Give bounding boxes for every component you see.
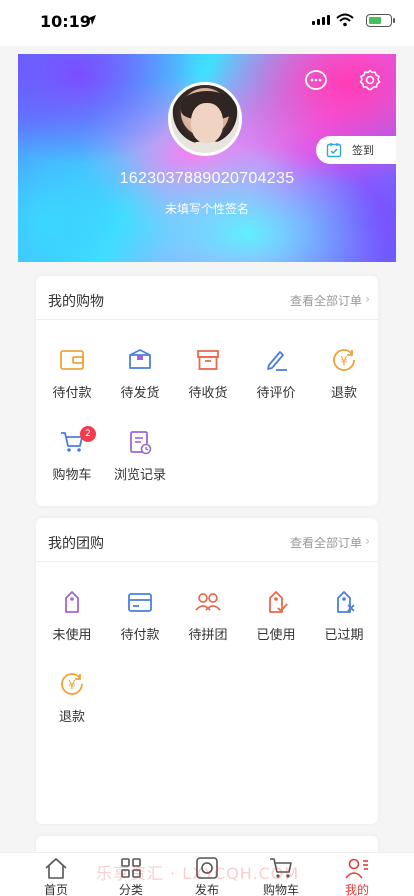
my-shopping-header: 我的购物 查看全部订单 ›	[36, 276, 378, 320]
profile-icon	[345, 858, 368, 879]
home-icon	[45, 858, 67, 879]
checkin-button[interactable]: 签到	[316, 136, 396, 164]
view-all-group-orders-link[interactable]: 查看全部订单	[290, 534, 362, 551]
browse-history-button[interactable]: 浏览记录	[106, 428, 174, 483]
pending-review-button[interactable]: 待评价	[242, 346, 310, 401]
history-icon	[130, 431, 152, 455]
my-group-buy-card: 我的团购 查看全部订单 › 未使用 待付款 待拼团 已使用 已过期 ¥ 退款	[36, 518, 378, 824]
status-bar: 10:19	[0, 0, 414, 46]
refund-button[interactable]: ¥ 退款	[310, 346, 378, 401]
my-group-buy-header: 我的团购 查看全部订单 ›	[36, 518, 378, 562]
pen-icon	[267, 351, 287, 371]
user-id: 1623037889020704235	[119, 170, 295, 187]
group-icon	[195, 593, 221, 611]
checkin-label: 签到	[352, 144, 374, 157]
location-arrow-icon	[86, 15, 96, 25]
tab-home[interactable]: 首页	[21, 853, 91, 896]
tab-mine[interactable]: 我的	[322, 853, 392, 896]
group-pending-payment-button[interactable]: 待付款	[106, 588, 174, 643]
settings-gear-icon[interactable]	[358, 68, 382, 92]
wallet-icon	[60, 350, 84, 370]
group-refund-button[interactable]: ¥ 退款	[38, 670, 106, 725]
tag-icon	[65, 591, 79, 613]
card-icon	[128, 593, 152, 612]
view-all-orders-link[interactable]: 查看全部订单	[290, 292, 362, 309]
tag-check-icon	[269, 591, 288, 613]
tag-expired-icon	[337, 591, 355, 613]
used-button[interactable]: 已使用	[242, 588, 310, 643]
refund-coin-icon: ¥	[333, 349, 355, 371]
status-time: 10:19	[40, 12, 91, 31]
cellular-signal-icon	[312, 15, 330, 25]
profile-header: 签到 1623037889020704235 未填写个性签名	[18, 54, 396, 262]
expired-button[interactable]: 已过期	[310, 588, 378, 643]
chevron-right-icon: ›	[365, 292, 370, 306]
pending-group-button[interactable]: 待拼团	[174, 588, 242, 643]
unused-button[interactable]: 未使用	[38, 588, 106, 643]
section-title: 我的团购	[48, 536, 104, 552]
package-box-icon	[129, 349, 151, 369]
my-shopping-card: 我的购物 查看全部订单 › 待付款 待发货 待收货 待评价 ¥ 退款 2 购物车…	[36, 276, 378, 506]
pending-payment-button[interactable]: 待付款	[38, 346, 106, 401]
refund-coin-icon: ¥	[61, 673, 83, 695]
pending-shipment-button[interactable]: 待发货	[106, 346, 174, 401]
calendar-check-icon	[326, 143, 342, 158]
message-icon[interactable]	[304, 68, 328, 92]
svg-text:¥: ¥	[340, 354, 348, 368]
svg-text:¥: ¥	[68, 678, 76, 692]
pending-receipt-button[interactable]: 待收货	[174, 346, 242, 401]
shopping-cart-button[interactable]: 2 购物车	[38, 426, 106, 483]
watermark: 乐享资汇 · LXYCQH.COM	[96, 864, 300, 883]
cart-count-badge: 2	[80, 426, 96, 442]
battery-icon	[366, 14, 395, 27]
chevron-right-icon: ›	[365, 534, 370, 548]
section-title: 我的购物	[48, 294, 104, 310]
archive-box-icon	[197, 350, 219, 370]
user-signature[interactable]: 未填写个性签名	[18, 200, 396, 217]
avatar[interactable]	[168, 82, 242, 156]
wifi-icon	[336, 13, 354, 27]
